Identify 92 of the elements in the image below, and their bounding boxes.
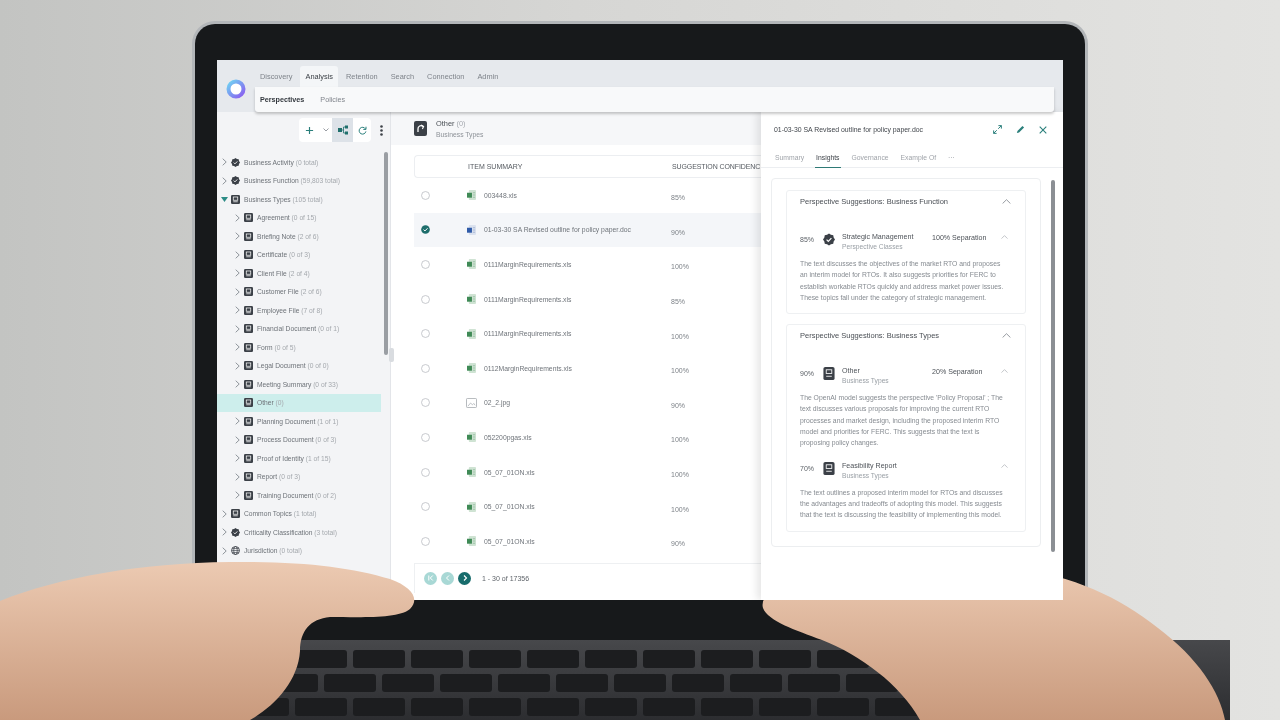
scrollbar-thumb[interactable]	[384, 152, 388, 355]
chevron-right-icon[interactable]	[235, 269, 240, 278]
pencil-icon	[1015, 125, 1025, 134]
chevron-right-icon[interactable]	[235, 343, 240, 352]
radio-button[interactable]	[421, 294, 430, 304]
chevron-up-icon[interactable]	[1001, 369, 1008, 374]
chevron-right-icon[interactable]	[235, 454, 240, 463]
chevron-right-icon[interactable]	[222, 546, 227, 555]
chevron-right-icon[interactable]	[222, 158, 227, 167]
chevron-right-icon[interactable]	[235, 287, 240, 296]
document-icon	[244, 250, 253, 260]
document-icon	[244, 268, 253, 278]
document-icon	[244, 435, 253, 445]
chevron-right-icon[interactable]	[235, 472, 240, 481]
chevron-right-icon[interactable]	[235, 380, 240, 389]
document-icon	[244, 342, 253, 352]
document-icon	[244, 490, 253, 500]
chevron-up-icon[interactable]	[1002, 199, 1011, 204]
spreadsheet-file-icon	[467, 432, 476, 443]
spreadsheet-file-icon	[467, 259, 476, 270]
document-icon	[244, 453, 253, 463]
caret-icon	[322, 128, 329, 132]
badge-check-icon	[231, 157, 240, 167]
vertical-dots-icon	[379, 124, 383, 136]
radio-button[interactable]	[421, 363, 430, 373]
chevron-right-icon[interactable]	[235, 213, 240, 222]
radio-button[interactable]	[421, 502, 430, 512]
caret-down-icon[interactable]	[221, 196, 228, 202]
badge-check-icon	[231, 176, 240, 186]
close-icon	[1039, 125, 1047, 134]
spreadsheet-file-icon	[467, 536, 476, 547]
badge-check-icon	[823, 233, 835, 246]
chevron-right-icon[interactable]	[222, 509, 227, 518]
document-file-icon	[467, 224, 476, 235]
radio-button[interactable]	[421, 260, 430, 269]
spreadsheet-file-icon	[467, 294, 476, 305]
chevron-right-icon[interactable]	[235, 306, 240, 315]
document-icon	[231, 194, 240, 204]
spreadsheet-file-icon	[467, 328, 476, 339]
expand-icon	[992, 125, 1002, 134]
tree-view-button[interactable]	[332, 118, 353, 142]
spreadsheet-file-icon	[467, 363, 476, 374]
spreadsheet-file-icon	[467, 501, 476, 512]
chevron-right-icon[interactable]	[235, 435, 240, 444]
chevron-right-icon[interactable]	[235, 417, 240, 426]
document-icon	[244, 231, 253, 241]
document-icon	[244, 361, 253, 371]
chevron-right-icon[interactable]	[235, 232, 240, 241]
add-button[interactable]	[299, 118, 319, 142]
refresh-icon	[357, 125, 367, 135]
document-icon	[244, 416, 253, 426]
document-icon	[244, 305, 253, 315]
document-icon	[244, 379, 253, 389]
document-icon	[244, 287, 253, 297]
document-icon	[244, 213, 253, 223]
ring-logo[interactable]	[226, 77, 246, 100]
next-page-button[interactable]	[458, 571, 471, 585]
chevron-right-icon[interactable]	[235, 324, 240, 333]
document-icon	[244, 398, 253, 408]
refresh-button[interactable]	[353, 118, 371, 142]
spreadsheet-file-icon	[467, 467, 476, 478]
chevron-up-icon[interactable]	[1001, 463, 1008, 468]
radio-button[interactable]	[421, 536, 430, 546]
hierarchy-icon	[337, 125, 348, 135]
scrollbar-thumb[interactable]	[1051, 180, 1055, 552]
plus-icon	[304, 125, 314, 135]
collapse-handle[interactable]	[389, 348, 394, 362]
chevron-right-icon[interactable]	[235, 361, 240, 370]
chevron-right-icon	[461, 575, 468, 582]
radio-button[interactable]	[421, 398, 430, 408]
document-icon	[823, 367, 835, 381]
radio-button[interactable]	[421, 190, 430, 200]
radio-button[interactable]	[421, 467, 430, 477]
badge-check-icon	[231, 527, 240, 537]
radio-button[interactable]	[421, 329, 430, 339]
chevron-right-icon[interactable]	[222, 176, 227, 185]
first-page-icon	[427, 575, 434, 582]
chevron-right-icon[interactable]	[235, 491, 240, 500]
chevron-right-icon[interactable]	[222, 528, 227, 537]
image-file-icon	[466, 397, 477, 408]
document-icon	[231, 509, 240, 519]
chevron-up-icon[interactable]	[1001, 235, 1008, 239]
chevron-left-icon	[444, 575, 451, 582]
radio-button[interactable]	[421, 432, 430, 442]
document-icon	[823, 461, 835, 475]
chevron-right-icon[interactable]	[235, 250, 240, 259]
globe-icon	[231, 546, 240, 556]
document-icon	[244, 324, 253, 334]
chevron-up-icon[interactable]	[1002, 333, 1011, 339]
document-icon	[244, 472, 253, 482]
spreadsheet-file-icon	[467, 190, 476, 201]
radio-button[interactable]	[421, 225, 430, 235]
